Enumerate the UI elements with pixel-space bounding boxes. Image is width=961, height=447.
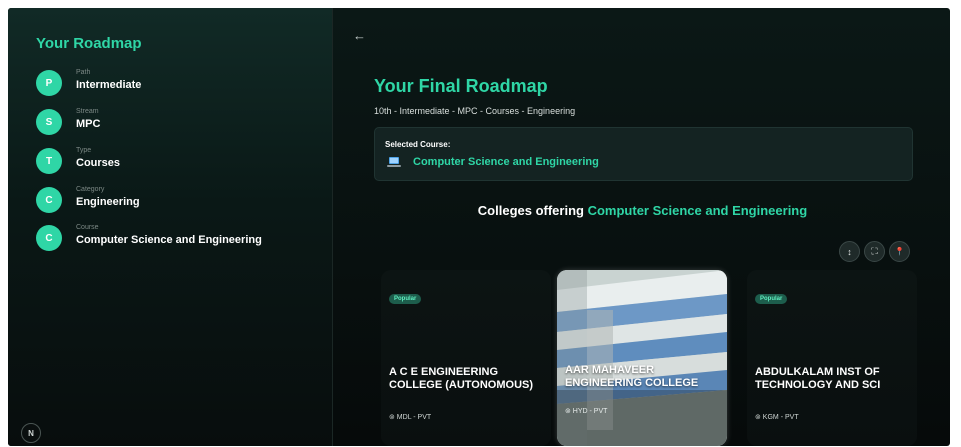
page-title: Your Final Roadmap [374,76,548,96]
laptop-icon [387,157,401,167]
college-name: A C E ENGINEERING COLLEGE (AUTONOMOUS) [389,366,534,391]
colleges-heading-course: Computer Science and Engineering [587,203,808,218]
step-marker: T [36,148,62,174]
sidebar-title: Your Roadmap [36,35,142,52]
step-label: Type [76,147,92,154]
location-pin-icon: 📍 [894,247,905,256]
location-button[interactable]: 📍 [889,241,910,262]
step-value: Engineering [76,196,140,208]
college-name: ABDULKALAM INST OF TECHNOLOGY AND SCI [755,366,881,391]
selected-course-value: Computer Science and Engineering [413,156,599,168]
selected-course-label: Selected Course: [385,140,451,149]
step-label: Course [76,224,99,231]
sort-button[interactable]: ↕ [839,241,860,262]
college-card-highlighted[interactable]: AAR MAHAVEER ENGINEERING COLLEGE ⊚ HYD -… [557,270,727,446]
college-location: ⊚ HYD - PVT [565,408,608,415]
step-marker: P [36,70,62,96]
step-label: Stream [76,108,99,115]
app-window: Your Roadmap P Path Intermediate S Strea… [8,8,950,446]
step-value: Computer Science and Engineering [76,234,262,246]
breadcrumb: 10th - Intermediate - MPC - Courses - En… [374,106,576,116]
college-card[interactable]: Popular ABDULKALAM INST OF TECHNOLOGY AN… [747,270,917,446]
college-name: AAR MAHAVEER ENGINEERING COLLEGE [565,364,699,389]
main-panel: ← Your Final Roadmap 10th - Intermediate… [333,8,950,446]
selected-course-card: Selected Course: Computer Science and En… [374,127,913,181]
back-arrow-icon[interactable]: ← [353,28,366,43]
roadmap-sidebar: Your Roadmap P Path Intermediate S Strea… [8,8,333,446]
expand-icon: ⛶ [871,246,878,256]
step-value: MPC [76,118,101,130]
n-logo-badge[interactable]: N [21,423,41,443]
popular-badge: Popular [389,294,422,304]
step-value: Courses [76,157,121,169]
sort-icon: ↕ [847,246,852,257]
step-label: Category [76,186,105,193]
college-location: ⊚ KGM - PVT [755,414,799,421]
colleges-heading: Colleges offering Computer Science and E… [374,203,911,218]
step-label: Path [76,69,91,76]
college-card[interactable]: Popular A C E ENGINEERING COLLEGE (AUTON… [381,270,551,446]
step-value: Intermediate [76,79,142,91]
step-marker: C [36,187,62,213]
expand-button[interactable]: ⛶ [864,241,885,262]
step-marker: S [36,109,62,135]
popular-badge: Popular [755,294,788,304]
college-location: ⊚ MDL - PVT [389,414,432,421]
colleges-heading-prefix: Colleges offering [477,203,584,218]
step-marker: C [36,225,62,251]
college-building-image [557,270,727,446]
